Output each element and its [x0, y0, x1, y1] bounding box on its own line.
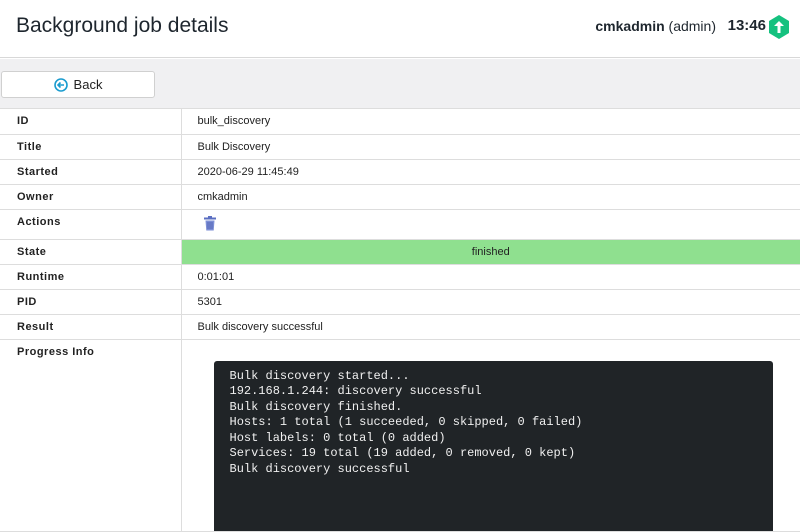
job-details-table: ID bulk_discovery Title Bulk Discovery Sta…: [0, 109, 800, 532]
table-row: Owner cmkadmin: [0, 184, 800, 210]
row-value: 5301: [181, 289, 800, 315]
row-label: Started: [0, 159, 182, 185]
state-badge: finished: [181, 239, 800, 265]
row-value: Bulk discovery successful: [181, 314, 800, 340]
table-row: Started 2020-06-29 11:45:49: [0, 159, 800, 185]
row-label: PID: [0, 289, 182, 315]
row-label: Title: [0, 134, 182, 160]
username: cmkadmin: [595, 18, 665, 34]
row-label: Progress Info: [0, 339, 182, 532]
row-label: ID: [0, 109, 182, 135]
delete-icon[interactable]: [203, 215, 216, 231]
row-value: bulk_discovery: [181, 109, 800, 135]
table-row: Runtime 0:01:01: [0, 264, 800, 290]
table-row: Actions: [0, 209, 800, 240]
row-label: Actions: [0, 209, 182, 240]
row-label: Owner: [0, 184, 182, 210]
progress-log: Bulk discovery started... 192.168.1.244:…: [213, 360, 773, 531]
back-button[interactable]: Back: [1, 71, 155, 98]
row-value: Bulk Discovery: [181, 134, 800, 160]
table-row: Result Bulk discovery successful: [0, 314, 800, 340]
header: Background job details cmkadmin (admin) …: [0, 0, 800, 58]
table-row: Title Bulk Discovery: [0, 134, 800, 160]
table-row: State finished: [0, 239, 800, 265]
table-row: PID 5301: [0, 289, 800, 315]
user-role: (admin): [668, 18, 716, 34]
back-arrow-icon: [53, 77, 68, 92]
update-icon[interactable]: [768, 15, 790, 39]
toolbar: Back: [0, 59, 800, 109]
back-label: Back: [73, 77, 103, 92]
clock: 13:46: [727, 17, 766, 34]
table-row: ID bulk_discovery: [0, 109, 800, 135]
user-info: cmkadmin (admin): [595, 18, 716, 34]
row-value: cmkadmin: [181, 184, 800, 210]
row-label: Runtime: [0, 264, 182, 290]
page-title: Background job details: [16, 14, 229, 37]
table-row: Progress Info Bulk discovery started... 1…: [0, 339, 800, 532]
row-value: 0:01:01: [181, 264, 800, 290]
actions-cell: [181, 209, 800, 240]
row-value: 2020-06-29 11:45:49: [181, 159, 800, 185]
row-label: Result: [0, 314, 182, 340]
row-label: State: [0, 239, 182, 265]
